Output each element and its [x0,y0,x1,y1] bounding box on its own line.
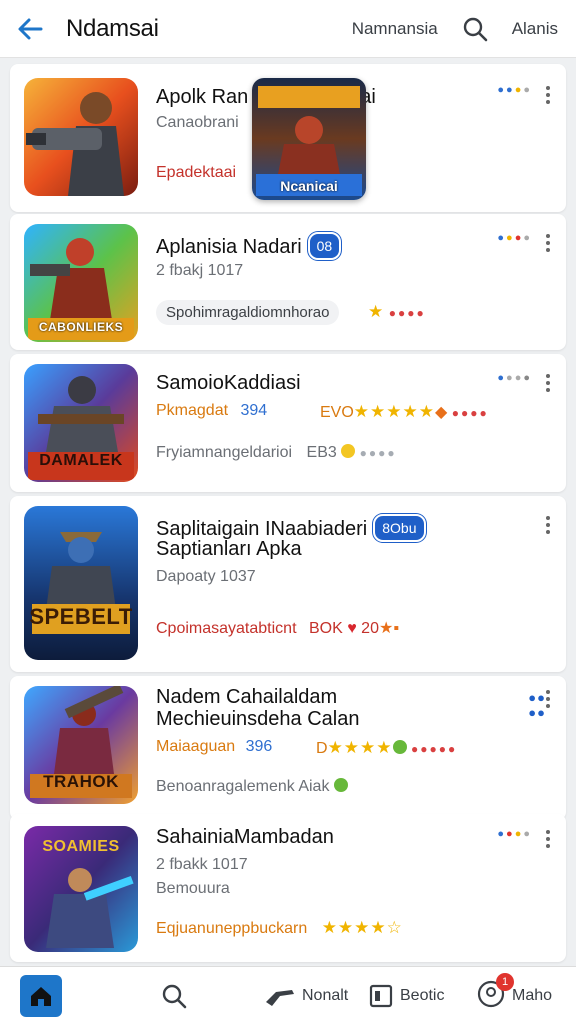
app-subtitle: 2 fbakj 1017 [156,262,244,279]
app-name: Aplanisia Nadari 08 [156,232,342,260]
thumbnail-label: CABONLIEKS [38,320,124,334]
overlay-caption: Ncanicai [280,178,338,194]
notification-badge: 1 [496,972,514,991]
list-item[interactable]: CABONLIEKS Aplanisia Nadari 08 2 fbakj 10… [10,214,566,350]
app-name: SamoioKaddiasi [156,372,301,394]
reaction-dots-icon: ●●●● [497,84,532,96]
back-button[interactable] [0,0,60,58]
app-subtitle: Canaobrani [156,114,239,131]
reaction-dots-icon: ●●●● [497,828,532,840]
nav-tab-nonalt[interactable]: Nonalt [264,967,348,1024]
app-thumbnail [24,78,138,196]
thumbnail-label: SOAMIES [42,838,120,855]
more-options-button[interactable] [546,830,552,848]
app-name-line-2: Saptianları Apka [156,538,302,560]
rating: D★★★★ ●●●●● [316,738,458,757]
search-button[interactable] [460,14,490,44]
app-name: SahainiaMambadan [156,826,334,848]
list-item[interactable]: SPEBELT Saplitaigain INaabiaderi 8Obu Sap… [10,496,566,672]
bottom-navigation: Nonalt Beotic 1 Maho [0,966,576,1024]
page-title: Ndamsai [66,14,159,42]
app-thumbnail: SPEBELT [24,506,138,660]
nav-tab-beotic[interactable]: Beotic [368,967,444,1024]
list-item[interactable]: TRAHOK Nadem Cahailaldam Mechieuinsdeha … [10,676,566,820]
shooter-icon [266,990,294,1006]
library-icon [369,984,393,1008]
nav-label: Maho [512,987,553,1004]
app-name: Nadem Cahailaldam [156,686,338,708]
nav-tab-maho[interactable]: 1 Maho [476,967,552,1024]
app-subtitle: Dapoaty 1037 [156,568,256,585]
nav-label: Beotic [400,987,445,1004]
app-stat: Maiaaguan 396 [156,738,273,755]
search-icon [463,17,487,41]
app-thumbnail: TRAHOK [24,686,138,804]
arrow-left-icon [18,18,43,39]
nav-home[interactable] [20,967,62,1024]
app-stat: Eqjuanuneppbuckarn ★★★★☆ [156,918,403,937]
app-subtitle: Fryiamnangeldarioi EB3 ●●●● [156,444,397,461]
top-app-bar: Ndamsai Namnansia Alanis [0,0,576,58]
home-icon [31,987,51,1006]
more-options-button[interactable] [546,234,552,252]
more-options-button[interactable] [546,516,552,534]
header-link-namnansia[interactable]: Namnansia [352,19,438,39]
app-tag[interactable]: Spohimragaldiomnhorao [156,300,340,325]
app-thumbnail: SOAMIES [24,826,138,952]
more-options-button[interactable] [546,86,552,104]
app-status: Cpoimasayatabticnt BOK ♥ 20★▪ [156,620,399,637]
app-thumbnail: DAMALEK [24,364,138,482]
app-subtitle-2: Bemouura [156,880,230,897]
header-link-alanis[interactable]: Alanis [512,19,558,39]
app-name-line-2: Mechieuinsdeha Calan [156,708,360,730]
thumbnail-label: TRAHOK [43,772,119,791]
reaction-dots-icon: ●●●● [497,372,532,384]
more-options-button[interactable] [546,374,552,392]
app-status: Epadektaai [156,164,237,181]
app-badge: 08 [307,232,342,260]
floating-app-thumbnail[interactable]: Ncanicai [252,78,366,200]
rating: ★ ●●●● [368,302,426,321]
app-stat: Pkmagdat 394 [156,402,268,419]
app-thumbnail: CABONLIEKS [24,224,138,342]
list-item[interactable]: DAMALEK SamoioKaddiasi Pkmagdat 394 EVO★… [10,354,566,492]
search-icon [162,984,187,1009]
app-subtitle: Benoanragalemenk Aiak [156,778,348,796]
list-item[interactable]: SOAMIES SahainiaMambadan 2 fbakk 1017 Be… [10,814,566,962]
reaction-dots-icon: ●●●● [528,690,546,720]
app-badge: 8Obu [373,514,426,542]
app-subtitle: 2 fbakk 1017 [156,856,248,873]
nav-label: Nonalt [302,987,349,1004]
thumbnail-label: SPEBELT [29,604,133,629]
nav-search[interactable] [160,967,188,1024]
rating: EVO★★★★★◆ ●●●● [320,402,489,421]
thumbnail-label: DAMALEK [39,452,123,469]
more-options-button[interactable] [546,690,552,708]
reaction-dots-icon: ●●●● [497,232,532,244]
